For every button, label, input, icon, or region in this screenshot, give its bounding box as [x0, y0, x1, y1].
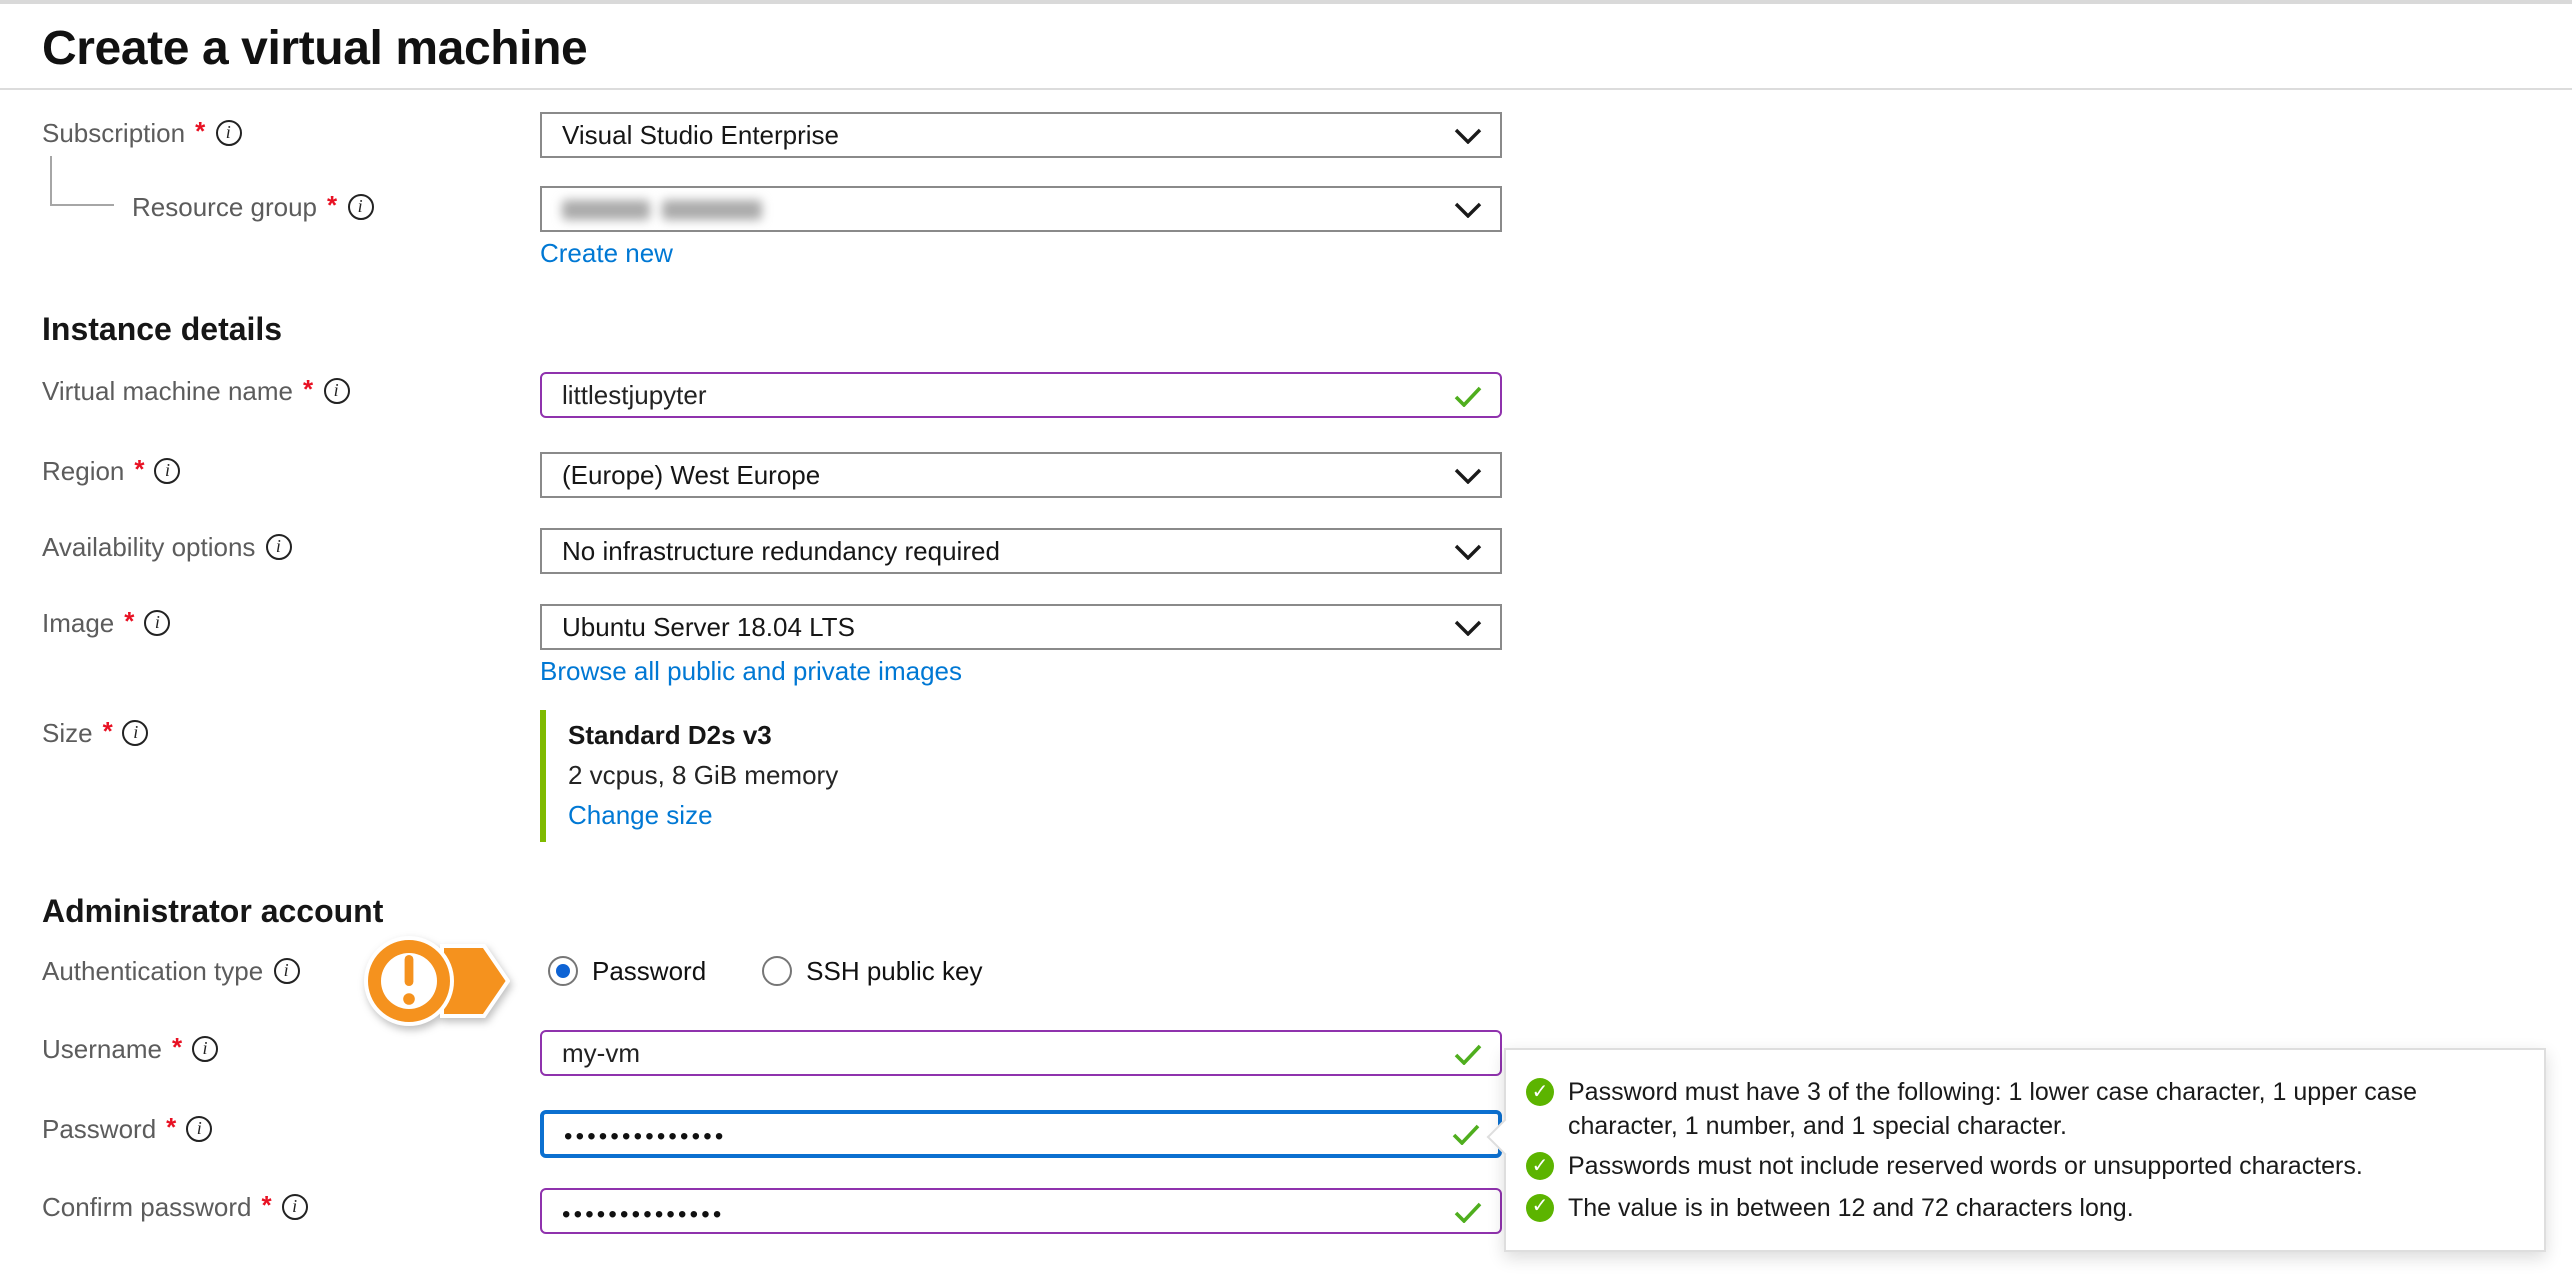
browse-images-link[interactable]: Browse all public and private images	[540, 656, 962, 686]
chevron-down-icon	[1454, 619, 1482, 635]
valid-check-icon	[1454, 384, 1482, 406]
required-asterisk: *	[303, 374, 313, 404]
required-asterisk: *	[262, 1190, 272, 1220]
vm-name-input[interactable]: littlestjupyter	[540, 372, 1502, 418]
ssh-public-key-radio-label[interactable]: SSH public key	[806, 956, 982, 986]
resource-group-value-redacted	[562, 199, 762, 219]
check-circle-icon: ✓	[1526, 1152, 1554, 1180]
image-value: Ubuntu Server 18.04 LTS	[562, 612, 855, 642]
header-divider	[0, 88, 2572, 90]
create-vm-page: Create a virtual machine Subscription * …	[0, 0, 2572, 1274]
password-value-masked: ••••••••••••••	[564, 1122, 726, 1150]
required-asterisk: *	[327, 190, 337, 220]
info-icon[interactable]: i	[273, 958, 299, 984]
image-dropdown[interactable]: Ubuntu Server 18.04 LTS	[540, 604, 1502, 650]
required-asterisk: *	[166, 1112, 176, 1142]
required-asterisk: *	[172, 1032, 182, 1062]
tooltip-item: ✓ Passwords must not include reserved wo…	[1526, 1150, 2520, 1183]
chevron-down-icon	[1454, 201, 1482, 217]
info-icon[interactable]: i	[144, 610, 170, 636]
resource-group-dropdown[interactable]	[540, 186, 1502, 232]
valid-check-icon	[1452, 1123, 1480, 1145]
image-label: Image * i	[42, 608, 170, 638]
attention-callout-icon	[362, 932, 510, 1032]
availability-options-label: Availability options i	[42, 532, 291, 562]
required-asterisk: *	[134, 454, 144, 484]
size-name: Standard D2s v3	[568, 716, 1168, 756]
info-icon[interactable]: i	[192, 1036, 218, 1062]
size-label: Size * i	[42, 718, 149, 748]
subscription-value: Visual Studio Enterprise	[562, 120, 839, 150]
chevron-down-icon	[1454, 467, 1482, 483]
create-new-link[interactable]: Create new	[540, 238, 673, 268]
tooltip-item: ✓ Password must have 3 of the following:…	[1526, 1076, 2520, 1142]
check-circle-icon: ✓	[1526, 1078, 1554, 1106]
page-title: Create a virtual machine	[42, 22, 587, 78]
region-label: Region * i	[42, 456, 181, 486]
region-value: (Europe) West Europe	[562, 460, 820, 490]
size-summary-block: Standard D2s v3 2 vcpus, 8 GiB memory Ch…	[540, 710, 1168, 842]
tree-connector-line	[50, 156, 114, 206]
info-icon[interactable]: i	[186, 1116, 212, 1142]
confirm-password-label: Confirm password * i	[42, 1192, 308, 1222]
username-label: Username * i	[42, 1034, 218, 1064]
password-label: Password * i	[42, 1114, 212, 1144]
change-size-link[interactable]: Change size	[568, 800, 713, 830]
password-radio-label[interactable]: Password	[592, 956, 706, 986]
required-asterisk: *	[124, 606, 134, 636]
vm-name-label: Virtual machine name * i	[42, 376, 349, 406]
info-icon[interactable]: i	[282, 1194, 308, 1220]
password-radio[interactable]	[548, 956, 578, 986]
confirm-password-input[interactable]: ••••••••••••••	[540, 1188, 1502, 1234]
username-value: my-vm	[562, 1038, 640, 1068]
ssh-public-key-radio[interactable]	[762, 956, 792, 986]
info-icon[interactable]: i	[347, 194, 373, 220]
resource-group-label: Resource group * i	[132, 192, 373, 222]
password-requirements-tooltip: ✓ Password must have 3 of the following:…	[1504, 1048, 2546, 1252]
password-input[interactable]: ••••••••••••••	[540, 1110, 1502, 1158]
check-circle-icon: ✓	[1526, 1193, 1554, 1221]
tooltip-item: ✓ The value is in between 12 and 72 char…	[1526, 1191, 2520, 1224]
info-icon[interactable]: i	[323, 378, 349, 404]
region-dropdown[interactable]: (Europe) West Europe	[540, 452, 1502, 498]
size-specs: 2 vcpus, 8 GiB memory	[568, 756, 1168, 796]
chevron-down-icon	[1454, 127, 1482, 143]
availability-options-dropdown[interactable]: No infrastructure redundancy required	[540, 528, 1502, 574]
required-asterisk: *	[195, 116, 205, 146]
top-edge-strip	[0, 0, 2572, 4]
auth-type-radio-group: Password SSH public key	[548, 956, 982, 986]
chevron-down-icon	[1454, 543, 1482, 559]
required-asterisk: *	[103, 716, 113, 746]
vm-name-value: littlestjupyter	[562, 380, 707, 410]
info-icon[interactable]: i	[215, 120, 241, 146]
instance-details-heading: Instance details	[42, 314, 282, 350]
valid-check-icon	[1454, 1042, 1482, 1064]
info-icon[interactable]: i	[155, 458, 181, 484]
administrator-account-heading: Administrator account	[42, 896, 383, 932]
subscription-dropdown[interactable]: Visual Studio Enterprise	[540, 112, 1502, 158]
authentication-type-label: Authentication type i	[42, 956, 299, 986]
availability-value: No infrastructure redundancy required	[562, 536, 1000, 566]
confirm-password-value-masked: ••••••••••••••	[562, 1199, 724, 1227]
subscription-label: Subscription * i	[42, 118, 241, 148]
info-icon[interactable]: i	[123, 720, 149, 746]
valid-check-icon	[1454, 1200, 1482, 1222]
username-input[interactable]: my-vm	[540, 1030, 1502, 1076]
info-icon[interactable]: i	[265, 534, 291, 560]
